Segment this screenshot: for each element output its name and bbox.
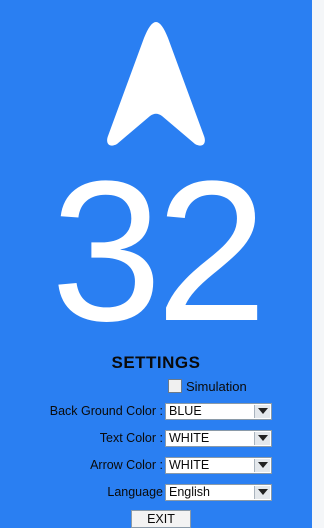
window-edge [312, 0, 324, 528]
background-color-value: BLUE [169, 404, 202, 418]
background-color-row: Back Ground Color : BLUE [0, 401, 272, 421]
speed-readout: 32 [50, 140, 267, 363]
text-color-select[interactable]: WHITE [165, 429, 272, 447]
settings-title: SETTINGS [111, 353, 201, 372]
arrow-color-row: Arrow Color : WHITE [0, 455, 272, 475]
app-screen: 32 SETTINGS Simulation Back Ground Color… [0, 0, 312, 528]
arrow-color-value: WHITE [169, 458, 210, 472]
language-select[interactable]: English [165, 483, 272, 501]
arrow-color-label: Arrow Color : [90, 458, 163, 472]
background-color-select[interactable]: BLUE [165, 402, 272, 420]
chevron-down-icon[interactable] [254, 404, 270, 418]
simulation-checkbox[interactable] [168, 379, 182, 393]
simulation-label: Simulation [186, 378, 247, 394]
chevron-down-icon[interactable] [254, 431, 270, 445]
exit-button[interactable]: EXIT [131, 510, 191, 528]
language-label: Language [107, 485, 163, 499]
chevron-down-icon[interactable] [254, 485, 270, 499]
arrow-color-select[interactable]: WHITE [165, 456, 272, 474]
language-row: Language English [0, 482, 272, 502]
simulation-row: Simulation [168, 376, 247, 396]
chevron-down-icon[interactable] [254, 458, 270, 472]
text-color-label: Text Color : [99, 431, 163, 445]
text-color-row: Text Color : WHITE [0, 428, 272, 448]
background-color-label: Back Ground Color : [49, 404, 163, 418]
navigation-arrow-icon [107, 22, 205, 146]
language-value: English [169, 485, 210, 499]
text-color-value: WHITE [169, 431, 210, 445]
